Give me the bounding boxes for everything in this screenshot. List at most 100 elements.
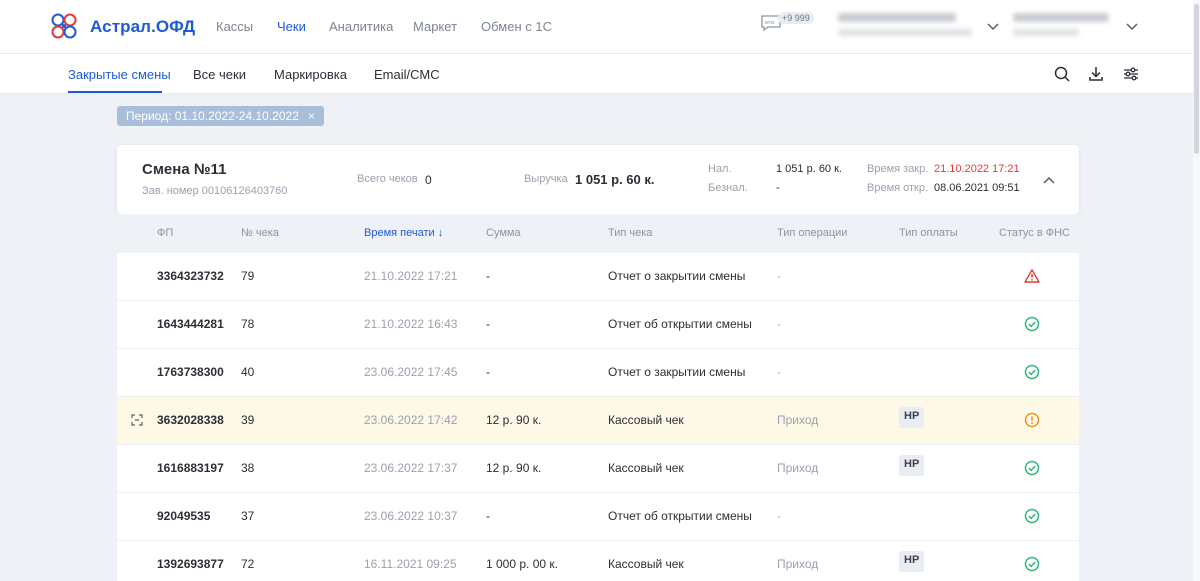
download-icon[interactable] xyxy=(1087,65,1105,83)
table-row[interactable]: 92049535 37 23.06.2022 10:37 - Отчет об откр… xyxy=(117,493,1079,541)
checks-table: ФП № чека Время печати ↓ Сумма Тип чека … xyxy=(117,214,1079,581)
col-header-sum[interactable]: Сумма xyxy=(486,227,521,239)
close-icon[interactable]: × xyxy=(308,109,315,123)
cell-print-time: 21.10.2022 17:21 xyxy=(364,269,458,283)
status-ok-check-icon xyxy=(1024,316,1040,332)
close-time-label: Время закр. xyxy=(867,163,929,175)
cell-check-type: Кассовый чек xyxy=(608,557,684,571)
tab-all-checks[interactable]: Все чеки xyxy=(193,67,246,82)
total-checks-label: Всего чеков xyxy=(357,173,418,185)
cell-check-type: Кассовый чек xyxy=(608,413,684,427)
cell-check-number: 37 xyxy=(241,509,255,523)
cell-sum: 12 р. 90 к. xyxy=(486,461,542,475)
shift-title: Смена №11 xyxy=(142,161,227,178)
cell-check-type: Кассовый чек xyxy=(608,461,684,475)
nav-cheki[interactable]: Чеки xyxy=(277,19,306,34)
cell-print-time: 23.06.2022 17:37 xyxy=(364,461,458,475)
top-bar: Астрал.ОФД Кассы Чеки Аналитика Маркет О… xyxy=(0,0,1200,54)
col-header-check-number[interactable]: № чека xyxy=(241,227,279,239)
cell-fp[interactable]: 92049535 xyxy=(157,509,210,523)
cash-label: Нал. xyxy=(708,163,732,175)
cell-sum: - xyxy=(486,317,490,331)
cell-operation-type: - xyxy=(777,365,781,379)
cell-sum: - xyxy=(486,509,490,523)
status-ok-check-icon xyxy=(1024,460,1040,476)
scrollbar-thumb[interactable] xyxy=(1194,4,1199,154)
cell-sum: 1 000 р. 00 к. xyxy=(486,557,558,571)
cell-operation-type: - xyxy=(777,509,781,523)
table-row[interactable]: 1763738300 40 23.06.2022 17:45 - Отчет о зак… xyxy=(117,349,1079,397)
collapse-chevron-up-icon[interactable] xyxy=(1043,176,1055,184)
col-header-fp[interactable]: ФП xyxy=(157,227,173,239)
status-ok-check-icon xyxy=(1024,364,1040,380)
brand-name[interactable]: Астрал.ОФД xyxy=(90,17,195,37)
payment-type-badge: НР xyxy=(899,455,925,476)
expand-corners-icon[interactable] xyxy=(131,414,143,426)
cash-value: 1 051 р. 60 к. xyxy=(776,163,842,175)
cell-fp[interactable]: 1616883197 xyxy=(157,461,224,475)
cell-print-time: 23.06.2022 17:42 xyxy=(364,413,458,427)
nav-kassy[interactable]: Кассы xyxy=(216,19,253,34)
cell-check-number: 38 xyxy=(241,461,255,475)
cell-fp[interactable]: 1392693877 xyxy=(157,557,224,571)
col-header-check-type[interactable]: Тип чека xyxy=(608,227,652,239)
open-time-label: Время откр. xyxy=(867,182,929,194)
user-role-blurred xyxy=(1013,29,1079,36)
cell-operation-type: - xyxy=(777,269,781,283)
payment-type-badge: НР xyxy=(899,407,925,428)
cell-print-time: 16.11.2021 09:25 xyxy=(364,557,457,571)
close-time-value: 21.10.2022 17:21 xyxy=(934,163,1020,175)
table-row[interactable]: 1616883197 38 23.06.2022 17:37 12 р. 90 к. К… xyxy=(117,445,1079,493)
col-header-fns-status[interactable]: Статус в ФНС xyxy=(999,227,1070,239)
payment-type-badge: НР xyxy=(899,551,925,572)
noncash-label: Безнал. xyxy=(708,182,748,194)
col-header-payment-type[interactable]: Тип оплаты xyxy=(899,227,958,239)
tab-closed-shifts[interactable]: Закрытые смены xyxy=(68,67,171,82)
revenue-value: 1 051 р. 60 к. xyxy=(575,172,655,187)
nav-1c-exchange[interactable]: Обмен с 1С xyxy=(481,19,552,34)
tab-marking[interactable]: Маркировка xyxy=(274,67,347,82)
status-error-triangle-icon xyxy=(1024,269,1040,283)
cell-fp[interactable]: 3632028338 xyxy=(157,413,224,427)
cell-operation-type: Приход xyxy=(777,557,819,571)
search-icon[interactable] xyxy=(1053,65,1071,83)
table-row[interactable]: 1392693877 72 16.11.2021 09:25 1 000 р. 00 … xyxy=(117,541,1079,581)
table-row[interactable]: 3632028338 39 23.06.2022 17:42 12 р. 90 к. К… xyxy=(117,397,1079,445)
status-warning-icon xyxy=(1024,412,1040,428)
col-header-operation-type[interactable]: Тип операции xyxy=(777,227,847,239)
cell-operation-type: Приход xyxy=(777,461,819,475)
noncash-value: - xyxy=(776,182,780,194)
cell-print-time: 23.06.2022 17:45 xyxy=(364,365,458,379)
cell-sum: - xyxy=(486,269,490,283)
cell-operation-type: Приход xyxy=(777,413,819,427)
cell-check-number: 39 xyxy=(241,413,255,427)
col-header-print-time[interactable]: Время печати ↓ xyxy=(364,227,443,239)
cell-check-number: 79 xyxy=(241,269,255,283)
cell-check-type: Отчет о закрытии смены xyxy=(608,269,746,283)
period-filter-chip[interactable]: Период: 01.10.2022-24.10.2022 × xyxy=(117,106,324,126)
active-tab-underline xyxy=(68,91,162,93)
user-name-blurred xyxy=(1013,13,1109,22)
shift-summary-card: Смена №11 Зав. номер 00106126403760 Всег… xyxy=(117,145,1079,214)
nav-analytics[interactable]: Аналитика xyxy=(329,19,393,34)
cell-fp[interactable]: 1763738300 xyxy=(157,365,224,379)
cell-check-number: 78 xyxy=(241,317,255,331)
tab-email-sms[interactable]: Email/СМС xyxy=(374,67,440,82)
svg-text:sms: sms xyxy=(765,20,775,26)
revenue-label: Выручка xyxy=(524,173,568,185)
col-header-print-time-label: Время печати xyxy=(364,227,435,239)
cell-print-time: 23.06.2022 10:37 xyxy=(364,509,458,523)
org-name-blurred xyxy=(838,13,956,22)
astral-logo-icon[interactable] xyxy=(50,12,78,40)
table-row[interactable]: 3364323732 79 21.10.2022 17:21 - Отчет о зак… xyxy=(117,253,1079,301)
org-chevron-down-icon[interactable] xyxy=(987,23,999,31)
nav-market[interactable]: Маркет xyxy=(413,19,457,34)
org-sub-blurred xyxy=(838,29,972,36)
table-header: ФП № чека Время печати ↓ Сумма Тип чека … xyxy=(117,214,1079,253)
table-row[interactable]: 1643444281 78 21.10.2022 16:43 - Отчет об от… xyxy=(117,301,1079,349)
cell-fp[interactable]: 3364323732 xyxy=(157,269,224,283)
user-chevron-down-icon[interactable] xyxy=(1126,23,1138,31)
cell-fp[interactable]: 1643444281 xyxy=(157,317,224,331)
filter-settings-icon[interactable] xyxy=(1122,65,1140,83)
cell-check-type: Отчет об открытии смены xyxy=(608,509,752,523)
